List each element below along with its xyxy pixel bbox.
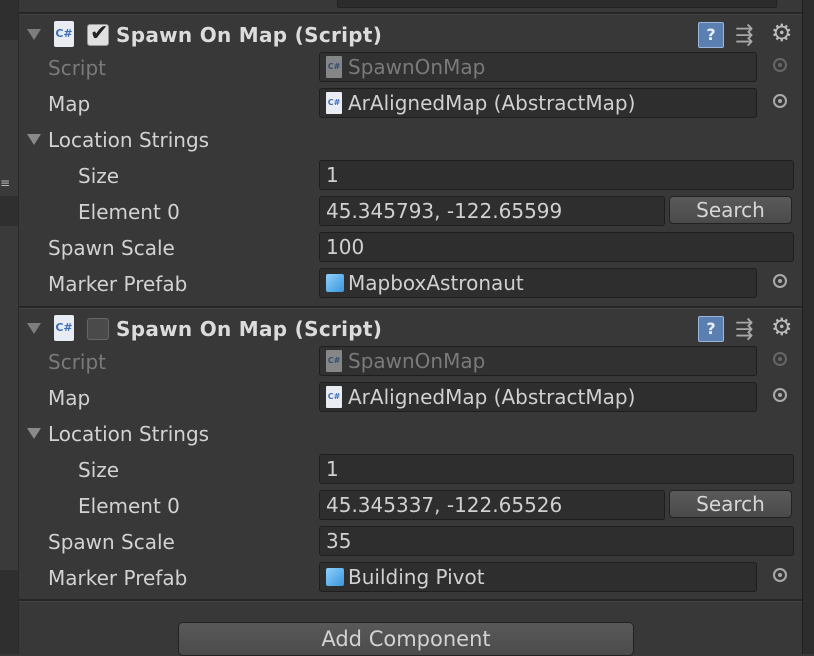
csharp-script-icon: C# xyxy=(326,92,342,114)
left-panel-segment xyxy=(0,570,18,654)
object-picker-icon[interactable] xyxy=(773,388,787,402)
marker-prefab-field[interactable]: MapboxAstronaut xyxy=(319,268,757,298)
script-label: Script xyxy=(48,350,107,374)
size-row: Size 1 xyxy=(19,158,802,194)
search-button[interactable]: Search xyxy=(669,196,792,224)
map-label: Map xyxy=(48,92,91,116)
foldout-arrow-icon[interactable] xyxy=(27,29,41,40)
prefab-cube-icon xyxy=(326,274,344,292)
foldout-arrow-icon[interactable] xyxy=(27,428,41,439)
component-title: Spawn On Map (Script) xyxy=(116,23,383,47)
location-strings-row[interactable]: Location Strings xyxy=(19,122,802,158)
element-0-row: Element 0 45.345337, -122.65526 Search xyxy=(19,488,802,524)
left-panel-menu-icon[interactable]: ≡ xyxy=(0,176,10,190)
spawn-scale-row: Spawn Scale 35 xyxy=(19,524,802,560)
previous-component-field xyxy=(337,0,777,8)
left-panel-segment xyxy=(0,196,18,226)
csharp-script-icon: C# xyxy=(326,386,342,408)
left-panel-edge: ≡ xyxy=(0,0,19,654)
spawn-scale-label: Spawn Scale xyxy=(48,236,175,260)
foldout-arrow-icon[interactable] xyxy=(27,323,41,334)
map-value: ArAlignedMap (AbstractMap) xyxy=(348,91,636,115)
element-0-label: Element 0 xyxy=(78,494,180,518)
checkmark-icon: ✔ xyxy=(90,21,109,46)
prefab-cube-icon xyxy=(326,568,344,586)
size-label: Size xyxy=(78,164,120,188)
component-enabled-checkbox[interactable] xyxy=(87,318,109,340)
script-value: SpawnOnMap xyxy=(348,349,486,373)
help-book-icon[interactable]: ? xyxy=(698,22,724,48)
size-label: Size xyxy=(78,458,120,482)
location-strings-row[interactable]: Location Strings xyxy=(19,416,802,452)
script-value: SpawnOnMap xyxy=(348,55,486,79)
map-field[interactable]: C# ArAlignedMap (AbstractMap) xyxy=(319,88,757,118)
component-separator xyxy=(19,12,802,15)
marker-prefab-value: MapboxAstronaut xyxy=(348,271,524,295)
spawn-scale-input[interactable]: 35 xyxy=(319,526,794,556)
presets-sliders-icon[interactable]: ⇶ xyxy=(735,23,753,48)
object-picker-icon[interactable] xyxy=(773,94,787,108)
object-picker-icon[interactable] xyxy=(773,274,787,288)
inspector-panel: C# ✔ Spawn On Map (Script) ? ⇶ ⚙ Script … xyxy=(19,0,802,656)
element-0-label: Element 0 xyxy=(78,200,180,224)
marker-prefab-field[interactable]: Building Pivot xyxy=(319,562,757,592)
location-strings-label: Location Strings xyxy=(48,422,210,446)
marker-prefab-label: Marker Prefab xyxy=(48,566,188,590)
map-value: ArAlignedMap (AbstractMap) xyxy=(348,385,636,409)
spawn-scale-input[interactable]: 100 xyxy=(319,232,794,262)
scrollbar[interactable] xyxy=(802,0,814,654)
size-row: Size 1 xyxy=(19,452,802,488)
size-input[interactable]: 1 xyxy=(319,160,794,190)
script-field: C# SpawnOnMap xyxy=(319,346,757,376)
spawn-scale-label: Spawn Scale xyxy=(48,530,175,554)
foldout-arrow-icon[interactable] xyxy=(27,134,41,145)
csharp-script-icon: C# xyxy=(326,56,342,78)
element-0-row: Element 0 45.345793, -122.65599 Search xyxy=(19,194,802,230)
map-row: Map C# ArAlignedMap (AbstractMap) xyxy=(19,86,802,122)
csharp-script-icon: C# xyxy=(54,21,74,47)
script-field: C# SpawnOnMap xyxy=(319,52,757,82)
csharp-script-icon: C# xyxy=(54,315,74,341)
marker-prefab-row: Marker Prefab MapboxAstronaut xyxy=(19,266,802,302)
left-panel-segment xyxy=(0,0,18,40)
script-label: Script xyxy=(48,56,107,80)
object-picker-icon[interactable] xyxy=(773,568,787,582)
component-title: Spawn On Map (Script) xyxy=(116,317,383,341)
script-row: Script C# SpawnOnMap xyxy=(19,50,802,86)
component-header: C# ✔ Spawn On Map (Script) ? ⇶ ⚙ xyxy=(19,17,802,53)
component-separator xyxy=(19,599,802,602)
size-input[interactable]: 1 xyxy=(319,454,794,484)
script-row: Script C# SpawnOnMap xyxy=(19,344,802,380)
gear-icon[interactable]: ⚙ xyxy=(771,313,793,341)
gear-icon[interactable]: ⚙ xyxy=(771,19,793,47)
map-label: Map xyxy=(48,386,91,410)
help-book-icon[interactable]: ? xyxy=(698,316,724,342)
map-field[interactable]: C# ArAlignedMap (AbstractMap) xyxy=(319,382,757,412)
location-strings-label: Location Strings xyxy=(48,128,210,152)
component-separator xyxy=(19,306,802,309)
csharp-script-icon: C# xyxy=(326,350,342,372)
search-button[interactable]: Search xyxy=(669,490,792,518)
marker-prefab-row: Marker Prefab Building Pivot xyxy=(19,560,802,596)
presets-sliders-icon[interactable]: ⇶ xyxy=(735,317,753,342)
object-picker-icon xyxy=(773,352,787,366)
element-0-input[interactable]: 45.345793, -122.65599 xyxy=(319,196,665,226)
object-picker-icon xyxy=(773,58,787,72)
component-header: C# Spawn On Map (Script) ? ⇶ ⚙ xyxy=(19,311,802,347)
element-0-input[interactable]: 45.345337, -122.65526 xyxy=(319,490,665,520)
marker-prefab-value: Building Pivot xyxy=(348,565,485,589)
add-component-button[interactable]: Add Component xyxy=(178,622,634,656)
spawn-scale-row: Spawn Scale 100 xyxy=(19,230,802,266)
component-enabled-checkbox[interactable]: ✔ xyxy=(87,21,109,46)
map-row: Map C# ArAlignedMap (AbstractMap) xyxy=(19,380,802,416)
marker-prefab-label: Marker Prefab xyxy=(48,272,188,296)
